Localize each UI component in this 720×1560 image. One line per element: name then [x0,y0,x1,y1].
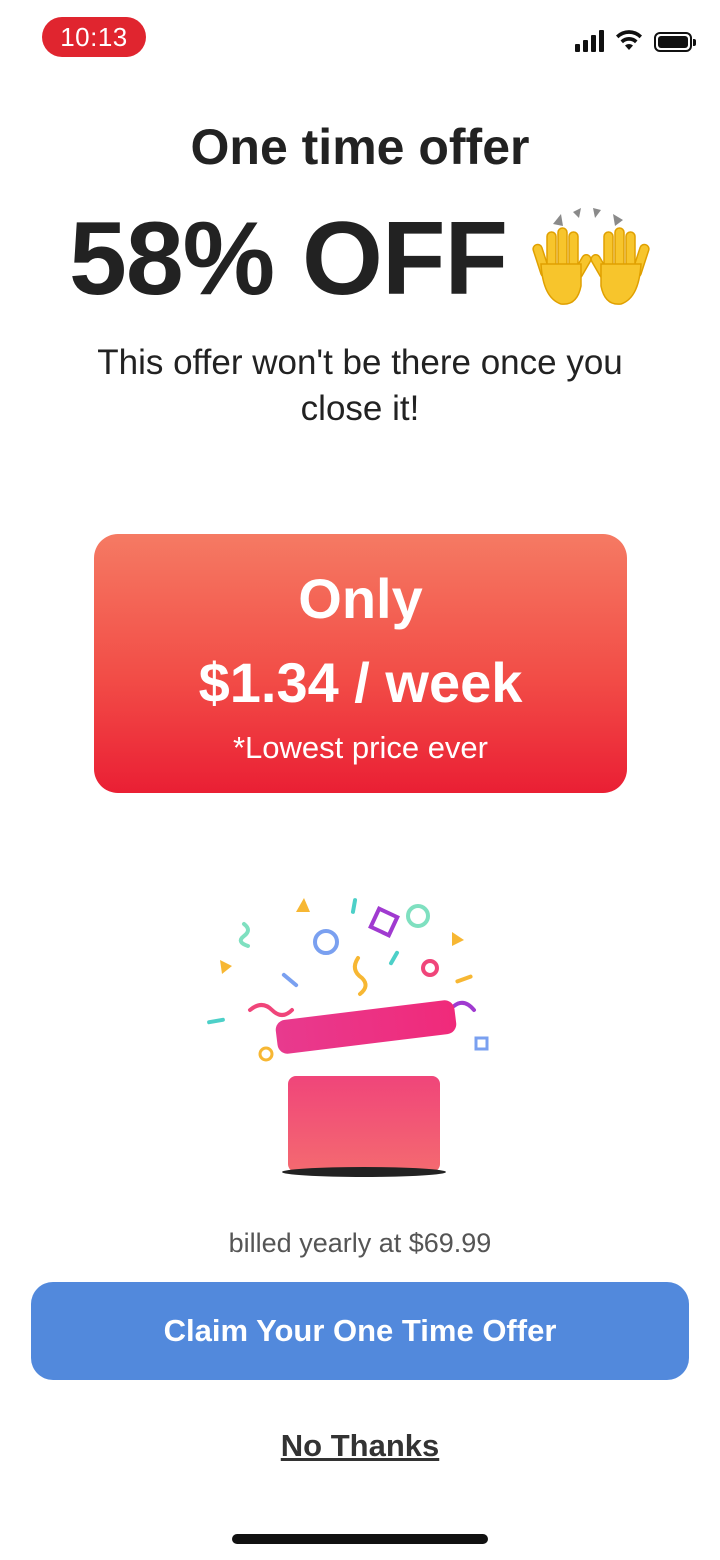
offer-subtitle: This offer won't be there once you close… [97,343,623,428]
billing-info: billed yearly at $69.99 [228,1228,492,1258]
raising-hands-icon [532,207,650,305]
discount-headline: 58% OFF [69,201,508,317]
battery-icon [654,32,696,52]
no-thanks-link[interactable]: No Thanks [0,1428,720,1464]
price-prefix: Only [298,567,423,630]
gift-box-confetti-icon [207,898,489,1177]
status-icons [575,28,696,52]
status-time: 10:13 [42,17,146,57]
cellular-signal-icon [575,28,604,52]
status-bar: 10:13 [0,0,720,80]
price-amount: $1.34 / week [198,651,523,714]
home-indicator[interactable] [232,1534,488,1544]
claim-offer-button[interactable]: Claim Your One Time Offer [31,1282,689,1380]
price-card: Only $1.34 / week *Lowest price ever [94,534,627,793]
wifi-icon [616,30,642,50]
offer-title: One time offer [190,119,530,175]
price-note: *Lowest price ever [232,730,488,765]
discount-row: 58% OFF [0,200,720,319]
